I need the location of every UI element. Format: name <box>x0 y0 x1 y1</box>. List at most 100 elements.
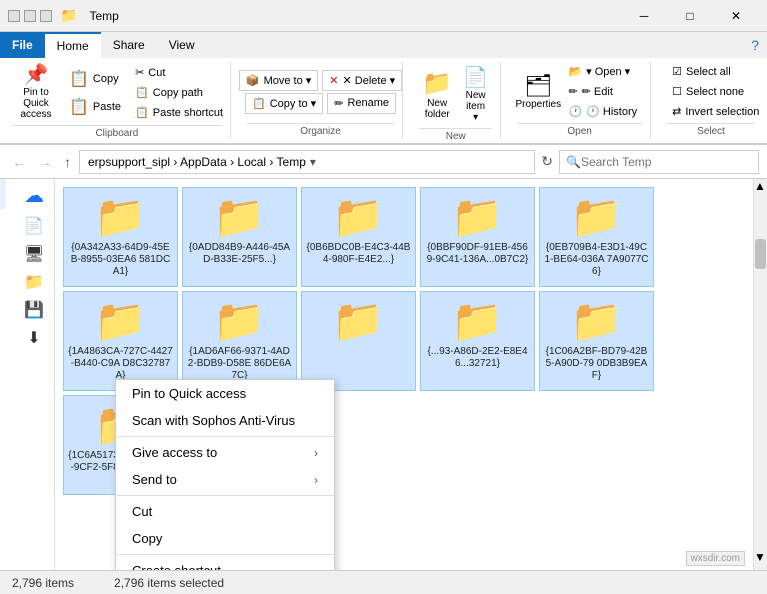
ctx-sep-3 <box>116 554 334 555</box>
window-title: Temp <box>89 9 118 23</box>
history-button[interactable]: 🕐 🕐 History <box>563 102 642 121</box>
copy-to-button[interactable]: 📋 Copy to ▾ <box>245 93 323 114</box>
properties-button[interactable]: 🗂 Properties <box>517 70 559 113</box>
folder-item-5[interactable]: 📁 {0EB709B4-E3D1-49C1-BE64-036A 7A9077C6… <box>539 187 654 287</box>
select-btns: ☑ Select all ☐ Select none ⇄ Invert sele… <box>667 62 764 121</box>
open-group-items: 🗂 Properties 📂 ▾ Open ▾ ✏ ✏ Edit 🕐 🕐 His… <box>517 62 642 121</box>
sidebar-item-2[interactable]: 🖥 <box>14 240 54 268</box>
sidebar-item-5[interactable]: ⬇ <box>14 324 54 352</box>
back-button[interactable]: ← <box>8 152 30 172</box>
folder-item-8[interactable]: 📁 <box>301 291 416 391</box>
folder-item-9[interactable]: 📁 {...93-A86D-2E2-E8E46...32721} <box>420 291 535 391</box>
search-icon: 🔍 <box>566 155 581 169</box>
search-input[interactable] <box>581 155 752 169</box>
clipboard-label: Clipboard <box>12 125 222 141</box>
small-btn-1 <box>8 10 20 22</box>
paste-button[interactable]: 📋 Paste <box>64 94 126 120</box>
minimize-button[interactable]: ─ <box>621 0 667 32</box>
select-all-button[interactable]: ☑ Select all <box>667 62 764 81</box>
forward-button[interactable]: → <box>34 152 56 172</box>
copy-button[interactable]: 📋 Copy <box>64 66 126 92</box>
folder-item-10[interactable]: 📁 {1C06A2BF-BD79-42B5-A90D-79 0DB3B9EAF} <box>539 291 654 391</box>
move-to-button[interactable]: 📦 Move to ▾ <box>239 70 318 91</box>
ctx-sophos[interactable]: Scan with Sophos Anti-Virus <box>116 407 334 434</box>
folder-item-2[interactable]: 📁 {0ADD84B9-A446-45AD-B33E-25F5...} <box>182 187 297 287</box>
tab-view[interactable]: View <box>157 32 207 58</box>
select-none-icon: ☐ <box>672 85 682 98</box>
folder-icon: 📁 <box>94 196 146 238</box>
new-item-button[interactable]: 📄 Newitem ▾ <box>459 62 492 126</box>
sidebar-item-3[interactable]: 📁 <box>14 268 54 296</box>
folder-icon: 📁 <box>332 300 384 342</box>
sidebar-icon-5: ⬇ <box>27 328 40 348</box>
ctx-send-to[interactable]: Send to › <box>116 466 334 493</box>
breadcrumb-text: erpsupport_sipl › AppData › Local › Temp <box>88 155 306 169</box>
invert-icon: ⇄ <box>672 105 681 118</box>
search-box[interactable]: 🔍 <box>559 150 759 174</box>
copy-paste-group: 📋 Copy 📋 Paste <box>64 66 126 120</box>
copy-path-button[interactable]: 📋 Copy path <box>130 83 228 102</box>
scroll-down[interactable]: ▼ <box>754 550 767 570</box>
paste-shortcut-button[interactable]: 📋 Paste shortcut <box>130 103 228 122</box>
sidebar-item-4[interactable]: 💾 <box>14 296 54 324</box>
scroll-up[interactable]: ▲ <box>754 179 767 199</box>
scroll-thumb[interactable] <box>755 239 766 269</box>
cut-button[interactable]: ✂ Cut <box>130 63 228 82</box>
new-group: 📁 Newfolder 📄 Newitem ▾ New <box>411 62 501 139</box>
tab-file[interactable]: File <box>0 32 45 58</box>
select-label: Select <box>667 123 755 139</box>
ctx-copy[interactable]: Copy <box>116 525 334 552</box>
context-menu: Pin to Quick access Scan with Sophos Ant… <box>115 379 335 570</box>
title-bar: 📁 Temp ─ □ ✕ <box>0 0 767 32</box>
status-bar: 2,796 items 2,796 items selected <box>0 570 767 594</box>
open-icon: 📂 <box>568 65 582 78</box>
title-folder-icon: 📁 <box>60 7 77 24</box>
item-count: 2,796 items <box>12 576 74 590</box>
breadcrumb[interactable]: erpsupport_sipl › AppData › Local › Temp… <box>79 150 535 174</box>
sidebar-item-cloud[interactable]: ☁ <box>14 179 54 212</box>
move-icon: 📦 <box>246 74 260 87</box>
tab-home[interactable]: Home <box>45 32 101 58</box>
ribbon-tabs: File Home Share View ? <box>0 32 767 58</box>
clipboard-group: 📌 Pin to Quickaccess 📋 Copy 📋 Paste <box>4 62 231 139</box>
folder-item-3[interactable]: 📁 {0B6BDC0B-E4C3-44B4-980F-E4E2...} <box>301 187 416 287</box>
close-button[interactable]: ✕ <box>713 0 759 32</box>
folder-item-7[interactable]: 📁 {1AD6AF66-9371-4AD2-BDB9-D58E 86DE6A7C… <box>182 291 297 391</box>
ctx-give-access[interactable]: Give access to › <box>116 439 334 466</box>
history-icon: 🕐 <box>568 105 582 118</box>
organize-row1: 📦 Move to ▾ ✕ ✕ Delete ▾ <box>239 70 402 91</box>
pin-quick-access-button[interactable]: 📌 Pin to Quickaccess <box>12 62 60 123</box>
folder-icon: 📁 <box>451 300 503 342</box>
edit-button[interactable]: ✏ ✏ Edit <box>563 82 642 101</box>
delete-button[interactable]: ✕ ✕ Delete ▾ <box>322 70 402 91</box>
help-icon[interactable]: ? <box>751 37 759 53</box>
small-btn-3 <box>40 10 52 22</box>
up-button[interactable]: ↑ <box>60 152 75 172</box>
new-folder-icon: 📁 <box>422 69 452 98</box>
breadcrumb-dropdown[interactable]: ▾ <box>310 155 316 169</box>
new-folder-button[interactable]: 📁 Newfolder <box>419 66 455 123</box>
refresh-button[interactable]: ↻ <box>539 151 555 172</box>
give-access-arrow: › <box>314 446 318 460</box>
rename-button[interactable]: ✏ Rename <box>327 93 396 114</box>
select-all-icon: ☑ <box>672 65 682 78</box>
ctx-pin-quick-access[interactable]: Pin to Quick access <box>116 380 334 407</box>
organize-group-items: 📦 Move to ▾ ✕ ✕ Delete ▾ 📋 Copy to ▾ ✏ <box>247 62 395 121</box>
paste-shortcut-icon: 📋 <box>135 106 149 119</box>
scrollbar[interactable]: ▲ ▼ <box>753 179 767 570</box>
tab-share[interactable]: Share <box>101 32 157 58</box>
ctx-cut[interactable]: Cut <box>116 498 334 525</box>
clipboard-group-items: 📌 Pin to Quickaccess 📋 Copy 📋 Paste <box>12 62 222 123</box>
invert-selection-button[interactable]: ⇄ Invert selection <box>667 102 764 121</box>
folder-item-6[interactable]: 📁 {1A4863CA-727C-4427-B440-C9A D8C32787A… <box>63 291 178 391</box>
maximize-button[interactable]: □ <box>667 0 713 32</box>
open-button[interactable]: 📂 ▾ Open ▾ <box>563 62 642 81</box>
folder-item-4[interactable]: 📁 {0BBF90DF-91EB-4569-9C41-136A...0B7C2} <box>420 187 535 287</box>
organize-group: 📦 Move to ▾ ✕ ✕ Delete ▾ 📋 Copy to ▾ ✏ <box>239 62 404 139</box>
delete-icon: ✕ <box>329 74 338 87</box>
sidebar-item-1[interactable]: 📄 <box>14 212 54 240</box>
folder-item-1[interactable]: 📁 {0A342A33-64D9-45EB-8955-03EA6 581DCA1… <box>63 187 178 287</box>
select-none-button[interactable]: ☐ Select none <box>667 82 764 101</box>
sidebar-icon-1: 📄 <box>24 216 44 236</box>
ctx-create-shortcut[interactable]: Create shortcut <box>116 557 334 570</box>
